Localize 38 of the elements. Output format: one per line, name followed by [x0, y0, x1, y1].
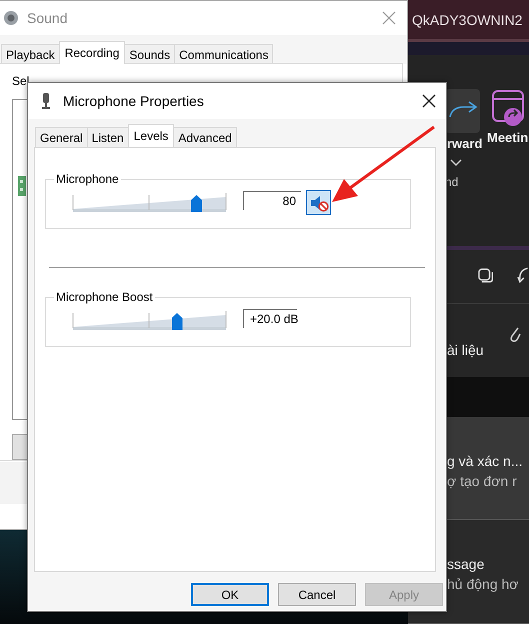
level-slider[interactable] [71, 191, 228, 213]
dialog-button[interactable]: Cancel [278, 583, 356, 606]
window-title: Sound [27, 10, 68, 26]
ribbon-label[interactable]: Meetin [487, 130, 528, 146]
forward-button[interactable] [445, 89, 480, 134]
message-title: ssage [447, 556, 486, 572]
value-field[interactable]: +20.0 dB [243, 309, 297, 328]
slider-thumb[interactable] [172, 313, 182, 330]
microphone-icon [41, 93, 51, 109]
value-field[interactable]: 80 [243, 191, 301, 210]
mute-button[interactable] [306, 190, 331, 215]
muted-speaker-icon [308, 194, 328, 212]
group-label: Microphone Boost [54, 290, 155, 304]
close-icon [382, 11, 396, 25]
tab[interactable]: Listen [86, 127, 129, 147]
message-title: g và xác n... [447, 452, 524, 469]
level-slider[interactable] [71, 309, 228, 331]
tab[interactable]: General [35, 127, 88, 147]
tab[interactable]: Levels [128, 124, 174, 147]
attachment-label: ài liệu [447, 342, 485, 358]
message-preview: ợ tạo đơn r [447, 472, 518, 489]
tab[interactable]: Advanced [173, 127, 237, 147]
calendar-icon [490, 89, 525, 128]
window-title: Microphone Properties [63, 93, 205, 109]
close-icon [422, 94, 436, 108]
copy-icon [478, 268, 494, 284]
tab[interactable]: Sounds [124, 44, 176, 64]
dialog-button[interactable]: OK [191, 583, 269, 606]
tab[interactable]: Communications [174, 44, 274, 64]
group-label: Microphone [54, 172, 121, 186]
tab[interactable]: Recording [58, 41, 126, 64]
tab[interactable]: Playback [1, 44, 60, 64]
device-icon [18, 176, 26, 196]
chevron-icon [450, 159, 462, 168]
ribbon-label[interactable]: rward [447, 136, 482, 152]
slider-thumb[interactable] [191, 195, 202, 212]
header-text: QkADY3OWNIN2 [412, 12, 522, 28]
message-preview: hủ động hơ [447, 576, 520, 592]
